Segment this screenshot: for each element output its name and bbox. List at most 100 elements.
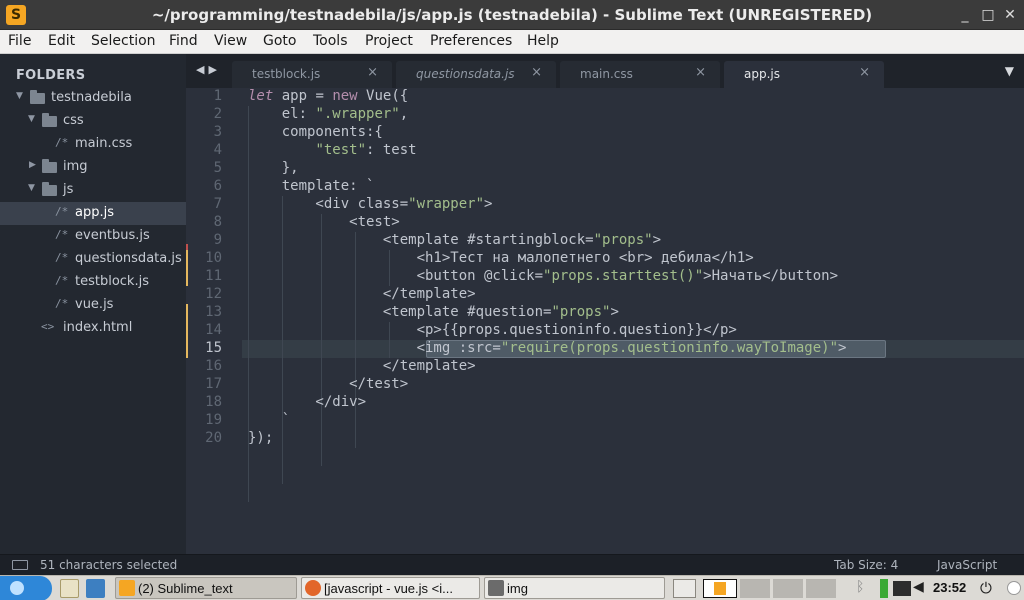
tree-file-app-js[interactable]: /* app.js xyxy=(0,202,186,225)
line-number: 11 xyxy=(205,268,222,284)
minimize-icon[interactable]: _ xyxy=(954,5,976,25)
close-icon[interactable]: × xyxy=(531,65,542,80)
line-number: 20 xyxy=(205,430,222,446)
disclosure-closed-icon[interactable]: ▶ xyxy=(29,160,36,170)
tab-list-dropdown-icon[interactable]: ▼ xyxy=(1005,64,1014,78)
line-number: 19 xyxy=(205,412,222,428)
firefox-icon xyxy=(305,580,321,596)
close-icon[interactable]: × xyxy=(695,65,706,80)
tree-file-eventbus-js[interactable]: /* eventbus.js xyxy=(0,225,186,248)
tree-label: main.css xyxy=(75,136,133,151)
window-list-icon[interactable] xyxy=(673,579,696,598)
code-line: }, xyxy=(248,160,299,176)
tab-nav-arrows-icon[interactable]: ◀▶ xyxy=(196,63,221,76)
menu-find[interactable]: Find xyxy=(169,33,198,49)
workspace-1[interactable] xyxy=(703,579,737,598)
line-number: 2 xyxy=(213,106,222,122)
tree-label: testblock.js xyxy=(75,274,149,289)
taskbar-button-label: (2) Sublime_text xyxy=(138,581,233,596)
tree-folder-testnadebila[interactable]: ▼ testnadebila xyxy=(0,87,186,110)
disclosure-open-icon[interactable]: ▼ xyxy=(16,91,23,101)
workspace-3[interactable] xyxy=(773,579,803,598)
menu-selection[interactable]: Selection xyxy=(91,33,156,49)
selection-status: 51 characters selected xyxy=(40,558,178,572)
power-icon[interactable]: ⏻ xyxy=(980,579,998,598)
tab-label: testblock.js xyxy=(252,67,321,81)
tree-folder-css[interactable]: ▼ css xyxy=(0,110,186,133)
desktop-icon[interactable] xyxy=(86,579,105,598)
line-number: 5 xyxy=(213,160,222,176)
notification-icon[interactable] xyxy=(1007,581,1021,595)
taskbar-button-firefox[interactable]: [javascript - vue.js <i... xyxy=(301,577,480,599)
menu-project[interactable]: Project xyxy=(365,33,413,49)
clipboard-icon[interactable] xyxy=(60,579,79,598)
maximize-icon[interactable]: □ xyxy=(977,5,999,25)
workspace-2[interactable] xyxy=(740,579,770,598)
sidebar: FOLDERS ▼ testnadebila ▼ css /* main.css… xyxy=(0,54,186,554)
tree-file-testblock-js[interactable]: /* testblock.js xyxy=(0,271,186,294)
clock[interactable]: 23:52 xyxy=(933,580,966,595)
tab-size-status[interactable]: Tab Size: 4 xyxy=(834,558,898,572)
tab-questionsdata-js[interactable]: questionsdata.js × xyxy=(396,61,556,88)
menu-view[interactable]: View xyxy=(214,33,247,49)
battery-icon[interactable] xyxy=(880,579,888,598)
code-line: </test> xyxy=(248,376,409,392)
tree-file-index-html[interactable]: <> index.html xyxy=(0,317,186,340)
line-number: 13 xyxy=(205,304,222,320)
workspace-4[interactable] xyxy=(806,579,836,598)
code-line: </template> xyxy=(248,286,476,302)
tree-label: questionsdata.js xyxy=(75,251,182,266)
taskbar-button-img[interactable]: img xyxy=(484,577,665,599)
taskbar-button-label: [javascript - vue.js <i... xyxy=(324,581,453,596)
syntax-status[interactable]: JavaScript xyxy=(937,558,997,572)
menu-edit[interactable]: Edit xyxy=(48,33,75,49)
file-icon: /* xyxy=(55,297,69,310)
line-number: 18 xyxy=(205,394,222,410)
tree-label: css xyxy=(63,113,84,128)
tree-file-main-css[interactable]: /* main.css xyxy=(0,133,186,156)
menu-bar: File Edit Selection Find View Goto Tools… xyxy=(0,30,1024,54)
status-bar: 51 characters selected Tab Size: 4 JavaS… xyxy=(0,554,1024,575)
tree-folder-js[interactable]: ▼ js xyxy=(0,179,186,202)
menu-help[interactable]: Help xyxy=(527,33,559,49)
menu-tools[interactable]: Tools xyxy=(313,33,348,49)
volume-icon[interactable]: ◀ xyxy=(913,579,929,598)
code-line: components:{ xyxy=(248,124,383,140)
tab-testblock-js[interactable]: testblock.js × xyxy=(232,61,392,88)
menu-goto[interactable]: Goto xyxy=(263,33,296,49)
code-line: }); xyxy=(248,430,274,446)
close-icon[interactable]: ✕ xyxy=(999,5,1021,25)
taskbar-button-sublime[interactable]: (2) Sublime_text xyxy=(115,577,297,599)
code-editor[interactable]: 1 2 3 4 5 6 7 8 9 10 11 12 13 14 15 16 17 18 19 20 let app … xyxy=(186,88,1024,554)
network-icon[interactable] xyxy=(893,581,911,596)
file-icon: /* xyxy=(55,136,69,149)
code-line: <button @click="props.starttest()">Начат… xyxy=(248,268,839,284)
line-number: 16 xyxy=(205,358,222,374)
tree-label: img xyxy=(63,159,88,174)
tab-main-css[interactable]: main.css × xyxy=(560,61,720,88)
code-line: </div> xyxy=(248,394,367,410)
code-line: el: ".wrapper", xyxy=(248,106,409,122)
panel-toggle-icon[interactable] xyxy=(12,560,28,570)
code-line: let app = new Vue({ xyxy=(248,88,409,104)
tree-folder-img[interactable]: ▶ img xyxy=(0,156,186,179)
close-icon[interactable]: × xyxy=(367,65,378,80)
start-menu-icon[interactable] xyxy=(0,576,52,600)
folder-icon xyxy=(488,580,504,596)
tree-file-vue-js[interactable]: /* vue.js xyxy=(0,294,186,317)
line-number: 9 xyxy=(213,232,222,248)
tree-label: vue.js xyxy=(75,297,114,312)
line-number: 14 xyxy=(205,322,222,338)
close-icon[interactable]: × xyxy=(859,65,870,80)
bluetooth-icon[interactable]: ᛒ xyxy=(856,579,866,598)
tree-file-questionsdata-js[interactable]: /* questionsdata.js xyxy=(0,248,186,271)
disclosure-open-icon[interactable]: ▼ xyxy=(28,114,35,124)
tab-label: app.js xyxy=(744,67,780,81)
menu-preferences[interactable]: Preferences xyxy=(430,33,512,49)
tab-app-js[interactable]: app.js × xyxy=(724,61,884,88)
menu-file[interactable]: File xyxy=(8,33,31,49)
line-gutter: 1 2 3 4 5 6 7 8 9 10 11 12 13 14 15 16 17 18 19 20 xyxy=(186,88,230,554)
line-number: 15 xyxy=(205,340,222,356)
sublime-icon xyxy=(714,582,726,595)
disclosure-open-icon[interactable]: ▼ xyxy=(28,183,35,193)
